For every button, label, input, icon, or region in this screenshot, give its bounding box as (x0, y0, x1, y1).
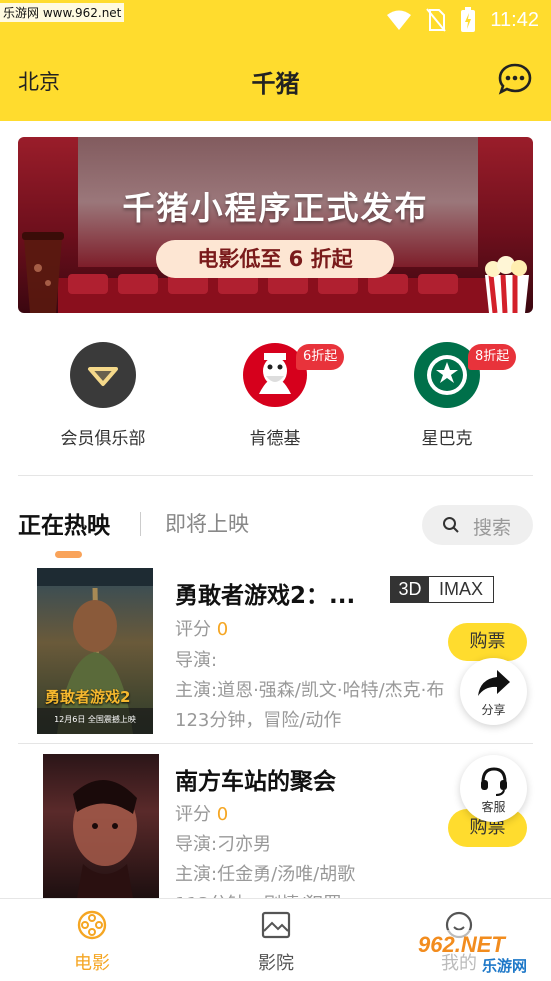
quick-link-kfc[interactable]: 6折起 肯德基 (210, 340, 345, 450)
active-tab-indicator (55, 551, 82, 558)
no-sim-icon (426, 8, 447, 32)
service-label: 客服 (481, 800, 506, 814)
search-placeholder: 搜索 (473, 517, 512, 539)
badge-3d: 3D (391, 577, 429, 602)
format-badge: 3D IMAX (390, 576, 494, 603)
nav-label: 电影 (74, 953, 110, 974)
banner-title: 千猪小程序正式发布 (122, 189, 429, 227)
quick-link-member-club[interactable]: 会员俱乐部 (38, 340, 168, 450)
movie-cast: 主演:道恩·强森/凯文·哈特/杰克·布 (175, 680, 445, 701)
score-value: 0 (216, 619, 229, 640)
quick-link-label: 星巴克 (421, 429, 473, 449)
quick-link-label: 会员俱乐部 (60, 429, 146, 449)
popcorn-image (485, 256, 529, 313)
buy-ticket-button[interactable]: 购票 (448, 623, 527, 661)
poster-date: 12月6日 全国震撼上映 (54, 715, 136, 724)
movie-title: 南方车站的聚会 (175, 769, 336, 795)
movie-poster[interactable]: 勇敢者游戏2 12月6日 全国震撼上映 (37, 568, 153, 734)
movie-title: 勇敢者游戏2：... (175, 583, 356, 609)
discount-badge: 8折起 (468, 344, 517, 370)
chat-button[interactable] (497, 62, 533, 96)
watermark-top: 乐游网 www.962.net (0, 3, 125, 22)
movie-poster[interactable] (43, 754, 159, 898)
cola-cup-image (22, 232, 64, 313)
score-label: 评分 (175, 804, 211, 825)
status-icons: 11:42 (386, 6, 539, 34)
poster-artwork (73, 779, 137, 898)
poster-title: 勇敢者游戏2 (45, 688, 131, 706)
search-button[interactable]: 搜索 (422, 505, 533, 545)
status-bar: 乐游网 www.962.net 11:42 (0, 0, 551, 40)
badge-imax: IMAX (438, 579, 483, 599)
score-label: 评分 (175, 619, 211, 640)
quick-link-starbucks[interactable]: 8折起 星巴克 (382, 340, 517, 450)
poster-artwork (37, 568, 153, 734)
film-reel-icon (77, 910, 107, 940)
customer-service-button[interactable]: 客服 (460, 755, 527, 822)
tab-separator (140, 512, 141, 536)
quick-link-label: 肯德基 (249, 429, 301, 449)
tab-now-showing[interactable]: 正在热映 (18, 506, 110, 540)
movie-director: 导演:刁亦男 (175, 834, 272, 855)
nav-label: 影院 (258, 953, 294, 974)
movie-director: 导演: (175, 650, 218, 671)
share-arrow-icon (478, 670, 510, 696)
watermark-logo: 962.NET 乐游网 (412, 930, 547, 975)
share-label: 分享 (481, 703, 506, 717)
battery-charging-icon (461, 7, 476, 32)
chat-bubble-icon (498, 63, 532, 95)
share-button[interactable]: 分享 (460, 658, 527, 725)
app-header: 乐游网 www.962.net 11:42 北京 千猪 (0, 0, 551, 121)
wifi-icon (387, 10, 412, 30)
status-time: 11:42 (490, 8, 539, 31)
tab-coming-soon[interactable]: 即将上映 (165, 508, 249, 538)
headset-icon (481, 767, 507, 796)
movie-score: 评分 0 (175, 615, 228, 641)
page-title: 千猪 (251, 70, 300, 98)
promo-banner[interactable]: 千猪小程序正式发布 电影低至 6 折起 (18, 137, 533, 313)
nav-cinemas[interactable]: 影院 (184, 899, 368, 981)
movie-divider (18, 743, 533, 744)
score-value: 0 (216, 804, 229, 825)
movie-meta: 123分钟，冒险/动作 (175, 710, 342, 731)
movie-score: 评分 0 (175, 800, 228, 826)
picture-frame-icon (261, 911, 291, 939)
movie-cast: 主演:任金勇/汤唯/胡歌 (175, 864, 356, 885)
section-divider (18, 475, 533, 476)
nav-movies[interactable]: 电影 (0, 899, 184, 981)
search-icon (443, 517, 459, 533)
banner-subtitle: 电影低至 6 折起 (156, 240, 394, 278)
discount-badge: 6折起 (296, 344, 345, 370)
watermark-line2: 乐游网 (482, 957, 528, 975)
diamond-icon (70, 342, 136, 408)
